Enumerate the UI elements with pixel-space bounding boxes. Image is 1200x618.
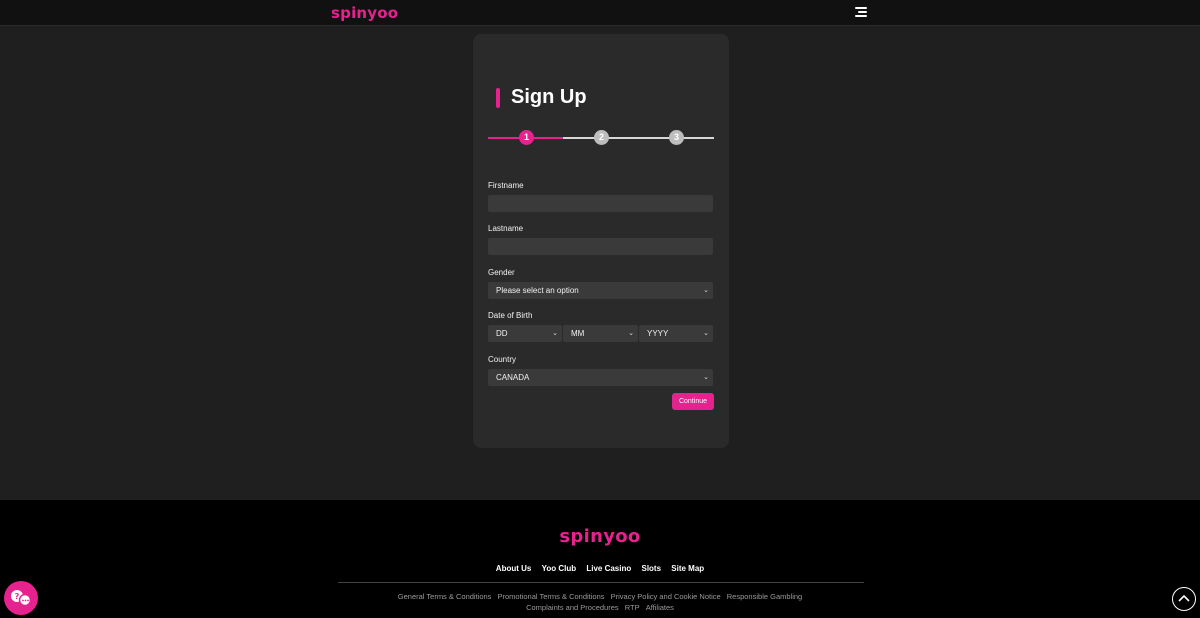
gender-select-value: Please select an option [496, 286, 579, 295]
dob-month-value: MM [571, 329, 585, 338]
country-label: Country [488, 355, 517, 364]
footer-link-slots[interactable]: Slots [641, 564, 661, 573]
step-3: 3 [669, 130, 684, 145]
footer-link-yoo-club[interactable]: Yoo Club [542, 564, 577, 573]
stepper-line-idle [563, 137, 714, 139]
top-navbar: spinyoo [0, 0, 1200, 26]
legal-link-responsible-gambling[interactable]: Responsible Gambling [727, 592, 802, 601]
chat-help-button[interactable]: ? [4, 581, 38, 615]
legal-link-complaints[interactable]: Complaints and Procedures [526, 603, 619, 612]
dob-label: Date of Birth [488, 311, 533, 320]
footer-link-about-us[interactable]: About Us [496, 564, 532, 573]
firstname-label: Firstname [488, 181, 524, 190]
firstname-input[interactable] [488, 195, 713, 212]
svg-text:?: ? [15, 592, 20, 601]
footer-legal-row-1: General Terms & Conditions Promotional T… [0, 592, 1200, 601]
chevron-down-icon: ⌄ [703, 287, 709, 294]
footer-link-live-casino[interactable]: Live Casino [586, 564, 631, 573]
dob-day-select[interactable]: DD ⌄ [488, 325, 562, 342]
step-1: 1 [519, 130, 534, 145]
chevron-down-icon: ⌄ [628, 330, 634, 337]
signup-card: Sign Up 1 2 3 Firstname Lastname Gender … [473, 34, 729, 448]
footer-logo[interactable]: spinyoo [0, 526, 1200, 547]
title-accent-bar [496, 88, 500, 108]
scroll-top-button[interactable] [1172, 587, 1196, 611]
lastname-input[interactable] [488, 238, 713, 255]
chevron-up-icon [1178, 594, 1190, 602]
dob-year-value: YYYY [647, 329, 669, 338]
signup-stepper: 1 2 3 [488, 130, 714, 146]
country-select[interactable]: CANADA ⌄ [488, 369, 713, 386]
dob-month-select[interactable]: MM ⌄ [563, 325, 638, 342]
legal-link-affiliates[interactable]: Affiliates [646, 603, 674, 612]
gender-label: Gender [488, 268, 515, 277]
chevron-down-icon: ⌄ [703, 374, 709, 381]
step-2: 2 [594, 130, 609, 145]
legal-link-rtp[interactable]: RTP [625, 603, 640, 612]
country-select-value: CANADA [496, 373, 530, 382]
legal-link-general-terms[interactable]: General Terms & Conditions [398, 592, 492, 601]
page-title: Sign Up [511, 86, 587, 108]
footer-nav: About Us Yoo Club Live Casino Slots Site… [0, 564, 1200, 573]
site-footer: spinyoo About Us Yoo Club Live Casino Sl… [0, 500, 1200, 618]
chevron-down-icon: ⌄ [703, 330, 709, 337]
legal-link-promotional-terms[interactable]: Promotional Terms & Conditions [498, 592, 605, 601]
continue-button[interactable]: Continue [672, 393, 714, 410]
dob-year-select[interactable]: YYYY ⌄ [639, 325, 713, 342]
header-logo[interactable]: spinyoo [331, 4, 398, 22]
hamburger-menu-icon[interactable] [855, 6, 867, 18]
footer-legal-row-2: Complaints and Procedures RTP Affiliates [0, 603, 1200, 612]
footer-link-site-map[interactable]: Site Map [671, 564, 704, 573]
footer-divider [338, 582, 864, 583]
chevron-down-icon: ⌄ [552, 330, 558, 337]
chat-help-icon: ? [11, 590, 32, 607]
dob-day-value: DD [496, 329, 508, 338]
lastname-label: Lastname [488, 224, 524, 233]
legal-link-privacy-policy[interactable]: Privacy Policy and Cookie Notice [611, 592, 721, 601]
gender-select[interactable]: Please select an option ⌄ [488, 282, 713, 299]
